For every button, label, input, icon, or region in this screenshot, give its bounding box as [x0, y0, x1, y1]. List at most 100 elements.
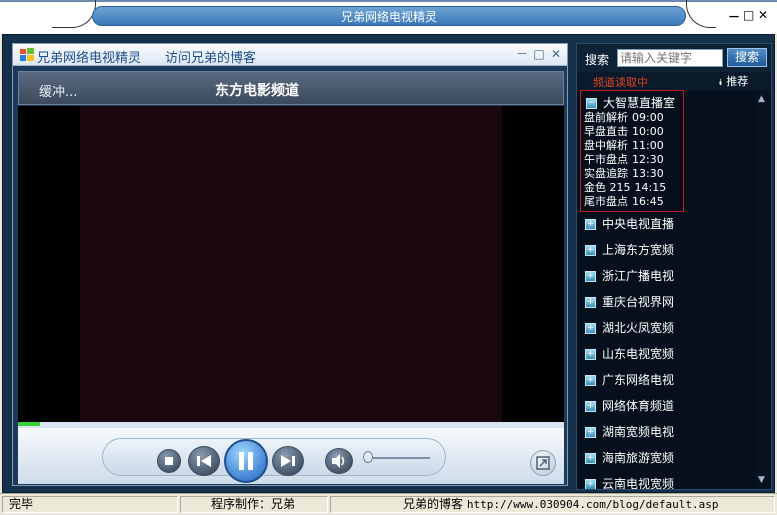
schedule-name: 盘前解析 — [584, 111, 628, 124]
channel-item[interactable]: + 广东网络电视 — [585, 372, 674, 388]
expand-icon: + — [585, 349, 596, 360]
channel-item[interactable]: + 山东电视宽频 — [585, 346, 674, 362]
schedule-time: 14:15 — [634, 181, 667, 194]
video-frame — [80, 106, 502, 422]
scroll-up-icon[interactable]: ▲ — [758, 94, 765, 104]
seek-progress — [18, 422, 40, 426]
minimize-button[interactable]: － — [728, 8, 740, 25]
search-input[interactable] — [617, 49, 723, 67]
channel-label: 湖北火凤宽频 — [602, 321, 675, 335]
windows-logo-icon — [20, 48, 34, 61]
channel-list-scrollbar[interactable]: ▲ ▼ — [755, 90, 771, 489]
schedule-name: 早盘直击 — [584, 125, 628, 138]
search-button[interactable]: 搜索 — [727, 48, 767, 67]
channel-item[interactable]: + 重庆台视界网 — [585, 294, 674, 310]
schedule-item[interactable]: 实盘追踪 13:30 — [584, 167, 680, 181]
collapse-icon: − — [586, 98, 597, 109]
schedule-item[interactable]: 午市盘点 12:30 — [584, 153, 680, 167]
status-author: 程序制作：兄弟 — [180, 496, 328, 513]
channel-item[interactable]: + 湖南宽频电视 — [585, 424, 674, 440]
titlebar-curve-right — [686, 0, 716, 28]
close-button[interactable]: ✕ — [758, 8, 768, 22]
scroll-down-icon[interactable]: ▼ — [758, 475, 765, 485]
expand-icon: + — [585, 245, 596, 256]
expand-icon: + — [585, 401, 596, 412]
schedule-item[interactable]: 金色 215 14:15 — [584, 181, 680, 195]
schedule-time: 10:00 — [632, 125, 664, 138]
channel-label: 上海东方宽频 — [602, 243, 675, 257]
previous-icon — [197, 455, 211, 467]
main-frame: 兄弟网络电视精灵 访问兄弟的博客 － □ ✕ 缓冲... 东方电影频道 搜索 请… — [2, 34, 775, 493]
panel-close-button[interactable]: ✕ — [549, 47, 563, 61]
next-button[interactable] — [272, 446, 304, 476]
video-panel: 兄弟网络电视精灵 访问兄弟的博客 － □ ✕ 缓冲... 东方电影频道 — [12, 43, 568, 486]
status-blog[interactable]: 兄弟的博客 http://www.030904.com/blog/default… — [330, 496, 775, 513]
volume-slider-handle[interactable] — [363, 451, 373, 463]
maximize-button[interactable]: □ — [743, 8, 754, 22]
status-blog-label: 兄弟的博客 — [403, 497, 464, 511]
schedule-item[interactable]: 尾市盘点 16:45 — [584, 195, 680, 209]
schedule-item[interactable]: 盘前解析 09:00 — [584, 111, 680, 125]
recommend-label: 推荐 — [726, 75, 749, 88]
expand-icon: + — [585, 479, 596, 489]
stop-button[interactable] — [157, 449, 181, 473]
schedule-name: 尾市盘点 — [584, 195, 628, 208]
channel-item[interactable]: + 云南电视宽频 — [585, 476, 674, 489]
next-icon — [281, 455, 295, 467]
channel-item[interactable]: + 中央电视直播 — [585, 216, 674, 232]
schedule-name: 金色 215 — [584, 181, 631, 194]
volume-slider[interactable] — [368, 457, 430, 459]
schedule-time: 16:45 — [632, 195, 664, 208]
panel-maximize-button[interactable]: □ — [532, 47, 546, 61]
schedule-time: 13:30 — [632, 167, 664, 180]
channel-label: 山东电视宽频 — [602, 347, 675, 361]
titlebar-curve-left — [52, 0, 96, 28]
channel-item[interactable]: + 上海东方宽频 — [585, 242, 674, 258]
channel-label: 网络体育频道 — [602, 399, 675, 413]
schedule-name: 午市盘点 — [584, 153, 628, 166]
expand-icon: + — [585, 297, 596, 308]
player-header-title: 兄弟网络电视精灵 — [37, 51, 142, 66]
pause-button[interactable] — [224, 439, 268, 483]
schedule-item[interactable]: 早盘直击 10:00 — [584, 125, 680, 139]
buffering-status: 缓冲... — [39, 85, 78, 100]
channel-item[interactable]: + 海南旅游宽频 — [585, 450, 674, 466]
video-screen[interactable] — [18, 106, 564, 422]
double-chevron-down-icon: ⯯ — [717, 78, 724, 88]
channel-panel: 搜索 搜索 频道读取中 ⯯推荐 −大智慧直播室 盘前解析 09:00 早盘直击 10:… — [576, 43, 772, 490]
featured-group-name: 大智慧直播室 — [603, 96, 676, 110]
channel-tabs: 频道读取中 ⯯ 推荐 — [577, 72, 771, 90]
window-titlebar: 兄弟网络电视精灵 － □ ✕ — [0, 0, 777, 34]
status-state: 完毕 — [2, 496, 178, 513]
expand-icon: + — [585, 427, 596, 438]
previous-button[interactable] — [188, 446, 220, 476]
current-channel-name: 东方电影频道 — [215, 83, 299, 99]
channel-item[interactable]: + 网络体育频道 — [585, 398, 674, 414]
channel-label: 海南旅游宽频 — [602, 451, 675, 465]
stop-icon — [165, 457, 173, 465]
channel-item[interactable]: + 浙江广播电视 — [585, 268, 674, 284]
fullscreen-button[interactable] — [530, 450, 556, 476]
status-bar: 完毕 程序制作：兄弟 兄弟的博客 http://www.030904.com/b… — [0, 493, 777, 515]
schedule-name: 实盘追踪 — [584, 167, 628, 180]
schedule-list: 盘前解析 09:00 早盘直击 10:00 盘中解析 11:00 午市盘点 12:30 实盘追踪… — [584, 111, 680, 209]
featured-group-box: − 大智慧直播室 盘前解析 09:00 早盘直击 10:00 盘中解析 11:00 午市盘点 1… — [580, 90, 684, 212]
recommend-tab[interactable]: ⯯ 推荐 — [709, 73, 757, 89]
panel-minimize-button[interactable]: － — [515, 47, 529, 61]
loading-status: 频道读取中 — [593, 76, 648, 89]
search-label: 搜索 — [585, 53, 610, 67]
speaker-icon — [332, 454, 345, 468]
blog-link[interactable]: 访问兄弟的博客 — [165, 47, 256, 66]
channel-item[interactable]: + 湖北火凤宽频 — [585, 320, 674, 336]
player-status-bar: 缓冲... 东方电影频道 — [18, 71, 564, 105]
status-blog-url[interactable]: http://www.030904.com/blog/default.asp — [467, 498, 719, 511]
schedule-item[interactable]: 盘中解析 11:00 — [584, 139, 680, 153]
search-bar: 搜索 搜索 — [577, 44, 771, 72]
video-panel-titlebar: 兄弟网络电视精灵 访问兄弟的博客 － □ ✕ — [13, 44, 567, 66]
title-ribbon: 兄弟网络电视精灵 — [92, 6, 686, 26]
channel-label: 重庆台视界网 — [602, 295, 675, 309]
featured-group-header[interactable]: − 大智慧直播室 — [586, 94, 675, 111]
titlebar-border — [0, 0, 777, 2]
expand-icon: + — [585, 453, 596, 464]
volume-button[interactable] — [325, 448, 353, 474]
